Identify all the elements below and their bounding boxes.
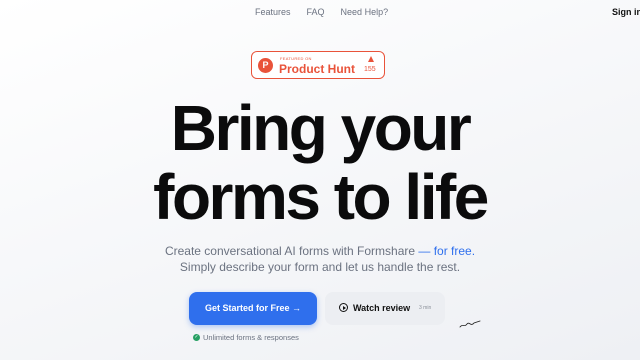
feature-note-text: Unlimited forms & responses xyxy=(203,333,299,342)
subtitle-line-1: Create conversational AI forms with Form… xyxy=(0,244,640,258)
top-nav: Features FAQ Need Help? Sign in xyxy=(0,7,640,21)
get-started-button[interactable]: Get Started for Free → xyxy=(189,292,317,325)
watch-review-button[interactable]: Watch review 3 min xyxy=(325,292,445,325)
subtitle-line-2: Simply describe your form and let us han… xyxy=(179,260,461,274)
product-hunt-name: Product Hunt xyxy=(279,62,355,76)
watch-review-duration: 3 min xyxy=(419,305,432,311)
play-circle-icon xyxy=(339,303,348,312)
upvote-count: 155 xyxy=(364,66,376,73)
nav-link-need-help[interactable]: Need Help? xyxy=(341,7,389,17)
product-hunt-badge[interactable]: P FEATURED ON Product Hunt 155 xyxy=(251,51,385,79)
subtitle-prefix: Create conversational AI forms with Form… xyxy=(164,244,419,258)
nav-links: Features FAQ Need Help? xyxy=(255,7,388,17)
product-hunt-logo-icon: P xyxy=(258,58,273,73)
featured-on-label: FEATURED ON xyxy=(280,56,312,61)
nav-link-faq[interactable]: FAQ xyxy=(307,7,325,17)
signin-link[interactable]: Sign in xyxy=(612,7,640,17)
watch-review-label: Watch review xyxy=(353,303,411,313)
headline-line-1: Bring your xyxy=(170,92,472,164)
scribble-icon xyxy=(459,320,481,328)
nav-link-features[interactable]: Features xyxy=(255,7,291,17)
upvote-arrow-icon xyxy=(368,56,374,62)
headline-line-2: forms to life xyxy=(153,161,489,233)
check-circle-icon: ✓ xyxy=(193,334,200,341)
subtitle-accent: — for free. xyxy=(418,244,476,258)
